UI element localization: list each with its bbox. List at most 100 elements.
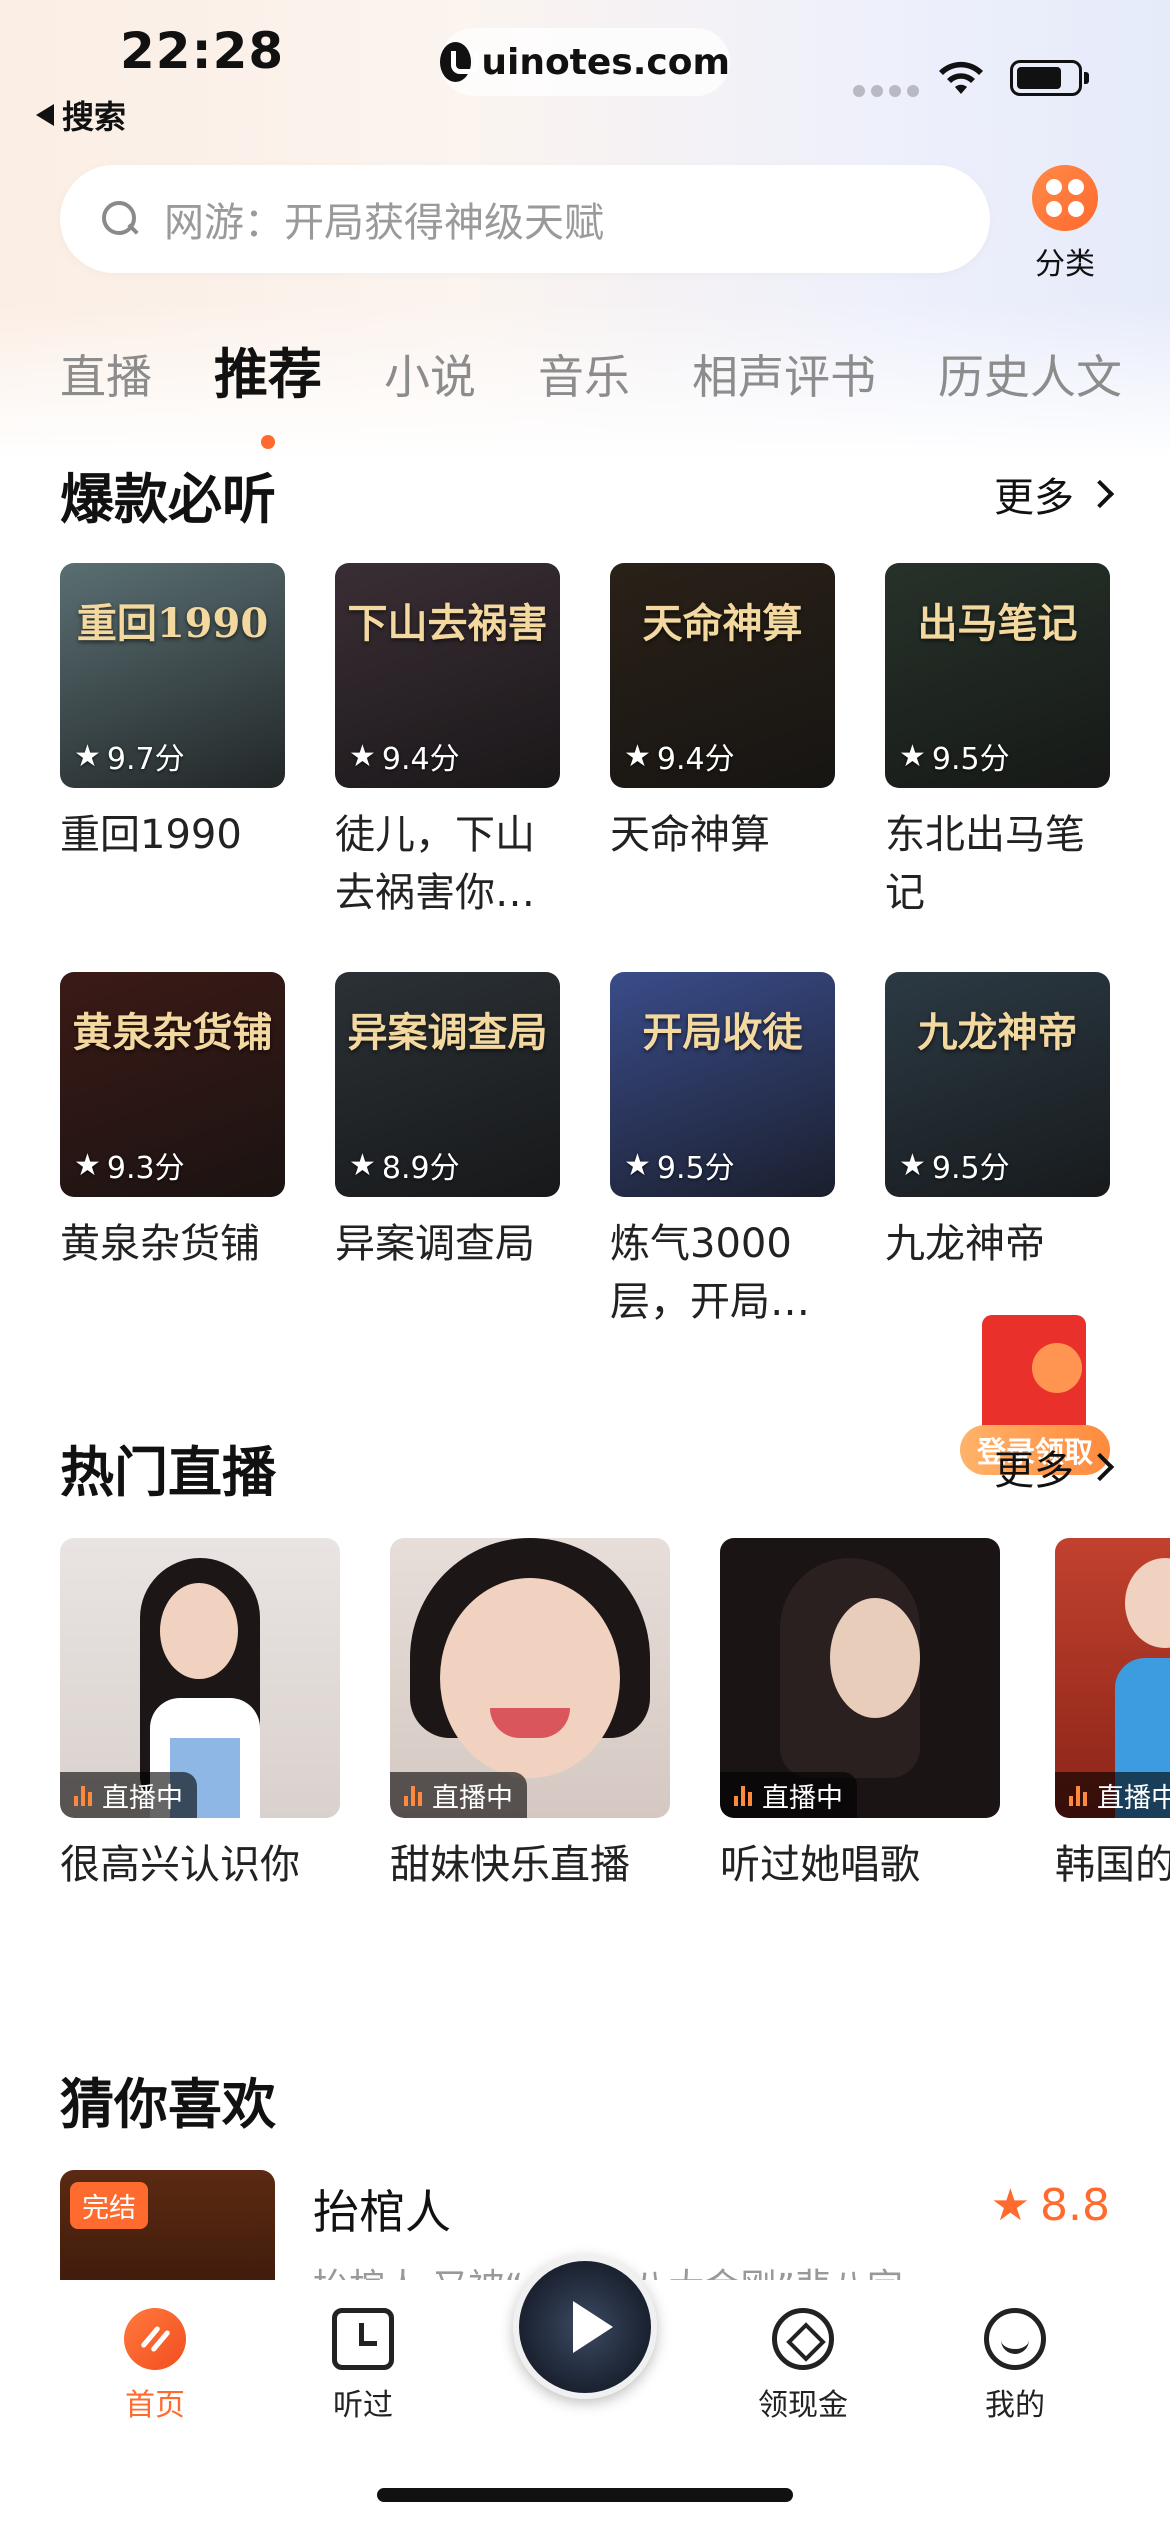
live-badge: 直播中 (390, 1772, 527, 1818)
nav-home[interactable]: 首页 (85, 2308, 225, 2424)
live-section-title: 热门直播 (60, 1441, 276, 1504)
channel-tabs: 直播 推荐 小说 音乐 相声评书 历史人文 (60, 330, 1170, 449)
cover-text: 重回1990 (76, 600, 269, 647)
star-icon: ★ (349, 738, 376, 774)
cover-text: 九龙神帝 (917, 1009, 1078, 1056)
book-title: 黄泉杂货铺 (60, 1221, 260, 1267)
live-title: 韩国的老师，上 (1055, 1842, 1170, 1888)
live-bars-icon (1069, 1784, 1087, 1806)
live-thumbnail: 直播中 (720, 1538, 1000, 1818)
site-logo-icon (440, 42, 480, 82)
nav-cash[interactable]: 领现金 (733, 2308, 873, 2424)
nav-history[interactable]: 听过 (293, 2308, 433, 2424)
book-cover: 天命神算 ★ 9.4分 (610, 563, 835, 788)
cover-text: 下山去祸害 (347, 600, 548, 647)
book-card[interactable]: 九龙神帝 ★ 9.5分 九龙神帝 (885, 972, 1110, 1331)
chevron-right-icon (1085, 479, 1115, 509)
rating-value: 9.3分 (106, 1151, 185, 1186)
book-cover: 开局收徒 ★ 9.5分 (610, 972, 835, 1197)
book-title: 徒儿，下山去祸害你… (335, 812, 535, 916)
nav-me[interactable]: 我的 (945, 2308, 1085, 2424)
book-card[interactable]: 黄泉杂货铺 ★ 9.3分 黄泉杂货铺 (60, 972, 285, 1331)
cover-text: 天命神算 (642, 600, 803, 647)
live-bars-icon (74, 1784, 92, 1806)
book-rating: ★ 8.9分 (349, 1143, 460, 1187)
star-icon: ★ (899, 738, 926, 774)
cover-text: 黄泉杂货铺 (72, 1009, 273, 1056)
tab-history[interactable]: 历史人文 (938, 341, 1122, 407)
tab-music[interactable]: 音乐 (538, 341, 630, 407)
rating-value: 8.9分 (381, 1151, 460, 1186)
nav-label: 首页 (125, 2388, 185, 2423)
live-card[interactable]: 直播中 很高兴认识你 (60, 1538, 340, 1894)
hot-more-link[interactable]: 更多 (994, 465, 1115, 523)
star-icon: ★ (624, 738, 651, 774)
live-more-link[interactable]: 更多 (994, 1438, 1115, 1496)
tab-live[interactable]: 直播 (60, 341, 152, 407)
book-card[interactable]: 异案调查局 ★ 8.9分异案调查局 (335, 972, 560, 1331)
nav-label: 领现金 (758, 2388, 848, 2423)
live-badge-label: 直播中 (432, 1782, 513, 1814)
back-label: 搜索 (62, 98, 127, 136)
book-card[interactable]: 出马笔记 ★ 9.5分东北出马笔记 (885, 563, 1110, 922)
book-title: 炼气3000层，开局… (610, 1221, 810, 1325)
book-cover: 九龙神帝 ★ 9.5分 (885, 972, 1110, 1197)
chevron-right-icon (1085, 1452, 1115, 1482)
search-icon (100, 199, 140, 239)
live-badge: 直播中 (720, 1772, 857, 1818)
url-pill[interactable]: uinotes.com (440, 28, 730, 96)
rating-value: 9.4分 (381, 742, 460, 777)
live-thumbnail: 直播中 (390, 1538, 670, 1818)
book-card[interactable]: 开局收徒 ★ 9.5分炼气3000层，开局… (610, 972, 835, 1331)
nav-label: 听过 (333, 2388, 393, 2423)
book-rating: ★ 9.5分 (624, 1143, 735, 1187)
live-badge-label: 直播中 (102, 1782, 183, 1814)
category-button[interactable]: 分类 (1030, 165, 1100, 283)
live-card[interactable]: 直播中 听过她唱歌 (720, 1538, 1000, 1894)
live-thumbnail: 直播中 (1055, 1538, 1170, 1818)
book-cover: 下山去祸害 ★ 9.4分 (335, 563, 560, 788)
category-label: 分类 (1035, 247, 1095, 282)
star-icon: ★ (990, 2180, 1031, 2231)
recommend-title: 抬棺人 (313, 2185, 451, 2239)
book-cover: 黄泉杂货铺 ★ 9.3分 (60, 972, 285, 1197)
book-rating: ★ 9.5分 (899, 734, 1010, 778)
score-value: 8.8 (1040, 2180, 1110, 2231)
book-title: 九龙神帝 (885, 1221, 1045, 1267)
book-rating: ★ 9.5分 (899, 1143, 1010, 1187)
tab-novel[interactable]: 小说 (384, 341, 476, 407)
book-cover: 异案调查局 ★ 8.9分 (335, 972, 560, 1197)
rating-value: 9.5分 (656, 1151, 735, 1186)
home-indicator (377, 2488, 793, 2502)
book-title: 东北出马笔记 (885, 812, 1085, 916)
wifi-icon (939, 61, 983, 94)
live-title: 甜妹快乐直播 (390, 1842, 630, 1888)
hot-book-grid: 重回1990 ★ 9.7分 重回1990 下山去祸害 ★ 9.4分 徒儿，下山去祸害你… 天命神… (60, 563, 1110, 1331)
grid-dots-icon (1032, 165, 1098, 231)
star-icon: ★ (624, 1147, 651, 1183)
status-time: 22:28 (120, 22, 285, 80)
back-to-search-link[interactable]: 搜索 (36, 92, 126, 138)
book-card[interactable]: 下山去祸害 ★ 9.4分徒儿，下山去祸害你… (335, 563, 560, 922)
book-rating: ★ 9.3分 (74, 1143, 185, 1187)
live-card[interactable]: 直播中 甜妹快乐直播 (390, 1538, 670, 1894)
search-bar[interactable]: 网游：开局获得神级天赋 (60, 165, 990, 273)
book-rating: ★ 9.4分 (349, 734, 460, 778)
live-thumbnail: 直播中 (60, 1538, 340, 1818)
tab-crosstalk[interactable]: 相声评书 (692, 341, 876, 407)
profile-icon (984, 2308, 1046, 2370)
home-icon (124, 2308, 186, 2370)
star-icon: ★ (74, 738, 101, 774)
book-title: 天命神算 (610, 812, 770, 858)
url-text: uinotes.com (481, 41, 730, 83)
rating-value: 9.5分 (931, 742, 1010, 777)
book-card[interactable]: 天命神算 ★ 9.4分 天命神算 (610, 563, 835, 922)
live-card[interactable]: 直播中 韩国的老师，上 (1055, 1538, 1170, 1894)
book-title: 异案调查局 (335, 1221, 535, 1267)
book-card[interactable]: 重回1990 ★ 9.7分 重回1990 (60, 563, 285, 922)
cover-text: 出马笔记 (917, 600, 1078, 647)
tab-recommend[interactable]: 推荐 (214, 330, 322, 449)
mini-player-button[interactable] (513, 2255, 657, 2399)
history-icon (332, 2308, 394, 2370)
live-badge-label: 直播中 (1097, 1782, 1170, 1814)
